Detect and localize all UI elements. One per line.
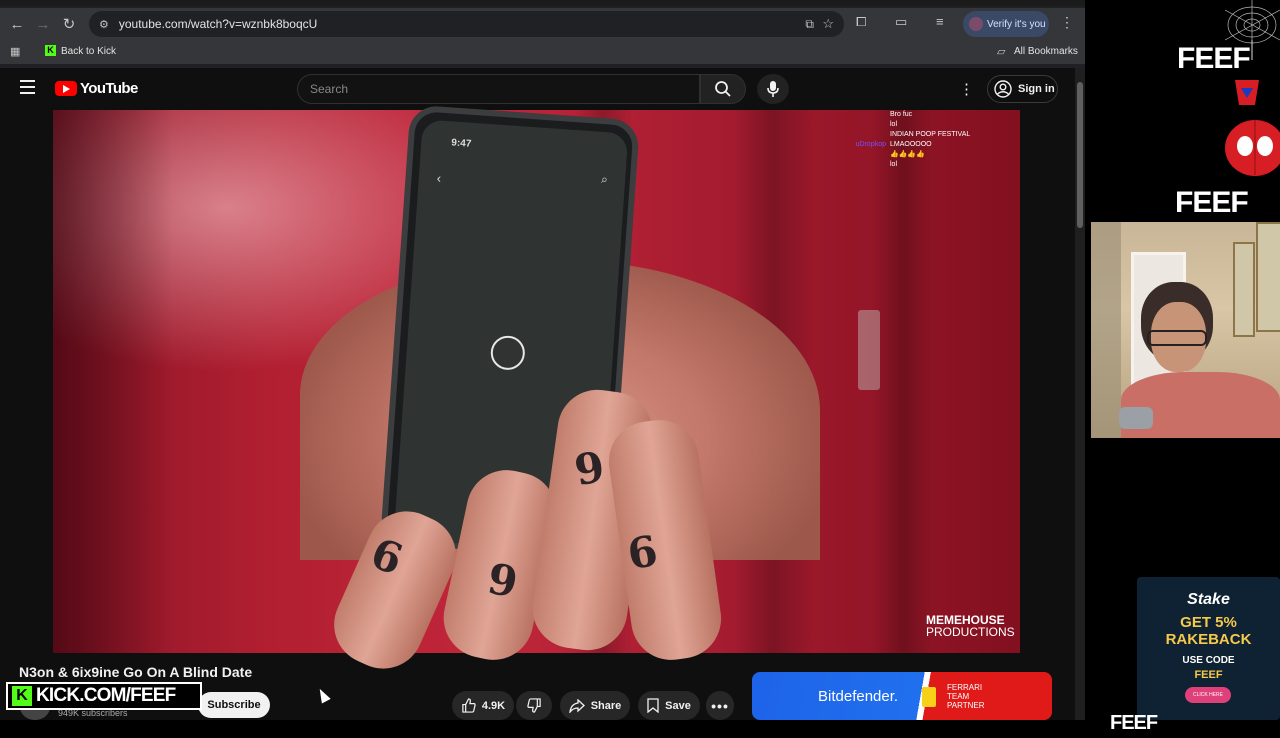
stake-code: FEEF [1194,669,1223,681]
phone-search-icon: ⌕ [600,171,609,187]
more-horizontal-icon: ••• [711,697,729,714]
ferrari-shield-icon [922,687,936,707]
more-actions-button[interactable]: ••• [706,691,734,720]
like-count: 4.9K [481,699,506,712]
feef-logo-mid: FEEF [1175,186,1249,219]
microphone-icon [767,81,779,97]
save-label: Save [665,699,691,712]
feef-logo-bottom: FEEF [1110,712,1158,734]
extensions-icon[interactable]: ⧠ [856,14,866,30]
sign-in-button[interactable]: Sign in [987,75,1058,103]
search-input[interactable]: Search [297,74,700,104]
loading-spinner-icon [489,334,526,371]
folder-icon: ▱ [997,46,1006,58]
wall-art-image [1233,242,1255,337]
thumbs-down-icon [526,698,541,713]
stake-logo: Stake [1187,591,1230,608]
phone-back-icon: ‹ [436,170,442,186]
chat-message: lol [890,121,898,128]
bookmark-icon [647,698,659,713]
ad-partner-line3: PARTNER [947,701,985,710]
account-icon [994,80,1012,98]
url-text: youtube.com/watch?v=wznbk8boqcU [118,17,318,31]
ad-partner-line1: FERRARI [947,683,983,692]
youtube-logo[interactable]: YouTube [55,80,138,97]
sign-in-label: Sign in [1018,83,1055,95]
dislike-button[interactable] [516,691,552,720]
forward-icon[interactable]: → [30,11,56,37]
voice-search-button[interactable] [757,74,789,104]
all-bookmarks[interactable]: All Bookmarks [1014,46,1078,57]
thumbs-up-icon [462,698,476,713]
search-icon [715,81,731,97]
subscribe-button[interactable]: Subscribe [198,692,270,718]
glasses-image [1147,330,1207,346]
ad-partner-text: FERRARI TEAM PARTNER [947,683,985,710]
watermark-line2: PRODUCTIONS [926,625,1015,639]
stake-headline: GET 5% RAKEBACK [1165,614,1252,648]
kick-url-banner: K KICK.COM/FEEF [6,682,202,710]
phone-time: 9:47 [450,137,472,150]
kick-logo-icon: K [12,686,32,706]
address-bar[interactable]: ⚙ youtube.com/watch?v=wznbk8boqcU ⧉ ☆ [89,11,844,37]
stake-click-button[interactable]: CLICK HERE [1185,687,1231,703]
more-options-icon[interactable]: ⋮ [959,80,974,98]
scrollbar-thumb[interactable] [1077,82,1083,228]
apps-grid-icon[interactable]: ▦ [10,45,20,58]
ad-partner-line2: TEAM [947,692,970,701]
youtube-play-icon [55,81,77,96]
chat-message: Bro fuc [890,111,913,118]
verify-profile-button[interactable]: Verify it's you [963,11,1049,37]
share-icon [568,698,585,713]
browser-toolbar: ← → ↻ ⚙ youtube.com/watch?v=wznbk8boqcU … [0,8,1085,40]
like-button[interactable]: 4.9K [452,691,514,720]
reading-list-icon[interactable]: ≡ [936,14,944,29]
kick-favicon-icon: K [45,45,56,56]
site-info-icon[interactable]: ⚙ [99,18,109,31]
chat-message: lol [890,161,898,168]
youtube-wordmark: YouTube [80,80,138,97]
ad-brand: Bitdefender. [818,688,899,705]
browser-menu-icon[interactable]: ⋮ [1060,14,1074,31]
save-button[interactable]: Save [638,691,700,720]
install-icon[interactable]: ⧉ [805,17,814,32]
phone-in-hand-image [1119,407,1153,429]
chat-message: INDIAN POOP FESTIVAL [890,131,971,138]
share-button[interactable]: Share [560,691,630,720]
reload-icon[interactable]: ↻ [56,11,82,37]
chat-message: uDropkop LMAOOOOO [855,141,932,148]
share-label: Share [590,699,622,712]
background-object [858,310,880,390]
spiderman-icon [1225,80,1280,176]
bookmarks-bar: ▦ K Back to Kick ▱ All Bookmarks [0,40,1085,64]
cast-icon[interactable]: ▭ [895,14,907,30]
chat-message: 👍👍👍👍 [890,151,925,158]
bookmark-star-icon[interactable]: ☆ [822,16,834,32]
verify-label: Verify it's you [987,18,1046,30]
stake-use-code: USE CODE [1182,655,1235,666]
search-button[interactable] [700,74,746,104]
bookmark-back-to-kick[interactable]: Back to Kick [61,46,116,57]
profile-avatar [969,17,983,31]
back-icon[interactable]: ← [4,11,30,37]
video-title: N3on & 6ix9ine Go On A Blind Date [19,664,253,680]
video-watermark: MEMEHOUSE PRODUCTIONS [926,614,1015,638]
wall-art-image [1256,222,1280,332]
ad-banner[interactable]: Bitdefender. FERRARI TEAM PARTNER [752,672,1052,720]
kick-url-text: KICK.COM/FEEF [36,685,176,706]
webcam-feed [1091,222,1280,438]
hamburger-menu-icon[interactable] [20,80,35,94]
stream-chat-overlay: Bro fuc lol INDIAN POOP FESTIVAL uDropko… [830,110,990,172]
stake-promo[interactable]: Stake GET 5% RAKEBACK USE CODE FEEF CLIC… [1137,577,1280,720]
tab-strip [0,0,1085,6]
